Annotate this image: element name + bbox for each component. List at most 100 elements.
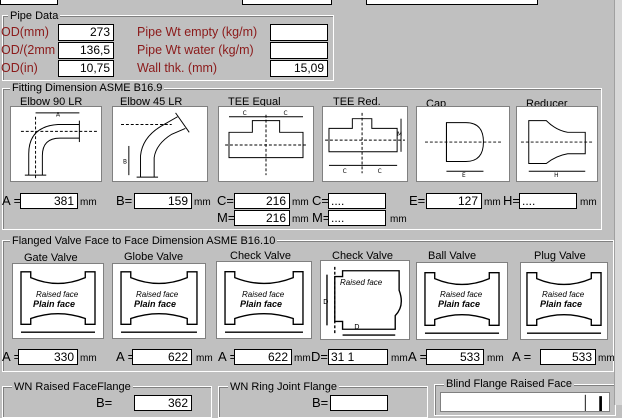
fit-b-unit: mm xyxy=(194,197,211,208)
wn-raised-b-field[interactable]: 362 xyxy=(134,395,192,411)
wt-empty-field[interactable] xyxy=(270,24,328,41)
vertical-scrollbar[interactable] xyxy=(614,0,622,405)
tee-equal-diagram[interactable]: C C xyxy=(218,106,314,182)
pipe-data-title: Pipe Data xyxy=(8,10,61,22)
tee-equal-icon: C C xyxy=(225,111,307,176)
wn-ring-b-label: B= xyxy=(312,395,329,410)
fit-e-unit: mm xyxy=(484,197,501,208)
plug-valve-title: Plug Valve xyxy=(534,250,586,262)
wt-water-label: Pipe Wt water (kg/m) xyxy=(137,43,254,57)
check-valve-side-icon: D D xyxy=(323,266,402,336)
cap-diagram[interactable]: E xyxy=(416,106,510,182)
fit-b-label: B= xyxy=(116,193,133,208)
fit-c-unit: mm xyxy=(292,197,309,208)
cap-icon: E xyxy=(425,122,503,179)
fit-h-label: H= xyxy=(503,193,520,208)
svg-text:C: C xyxy=(378,169,382,175)
check2-d-label: D= xyxy=(311,349,328,364)
od-in-field[interactable]: 10,75 xyxy=(58,60,114,77)
tab-edge[interactable] xyxy=(242,0,332,5)
plug-unit: mm xyxy=(598,353,615,364)
svg-text:E: E xyxy=(462,173,466,179)
check2-face: Raised face xyxy=(340,278,383,287)
ball-valve-title: Ball Valve xyxy=(428,250,477,262)
ball-a-label: A = xyxy=(408,349,428,364)
fit-e-field[interactable]: 127 xyxy=(426,193,482,209)
tab-edge[interactable] xyxy=(0,0,58,5)
wt-empty-label: Pipe Wt empty (kg/m) xyxy=(137,25,258,39)
ball-face-line1: Raised face xyxy=(440,290,483,299)
check-face-line1: Raised face xyxy=(242,290,285,299)
wt-water-field[interactable] xyxy=(270,42,328,59)
check-a-field[interactable]: 622 xyxy=(234,349,292,365)
valve-title: Flanged Valve Face to Face Dimension ASM… xyxy=(10,235,278,247)
ball-a-field[interactable]: 533 xyxy=(426,349,484,365)
check-unit: mm xyxy=(294,353,311,364)
fit-b-field[interactable]: 159 xyxy=(134,193,192,209)
gate-unit: mm xyxy=(80,353,97,364)
od2-label: OD/(2mm xyxy=(1,43,56,57)
wn-ring-title: WN Ring Joint Flange xyxy=(228,381,339,393)
check-face-line2: Plain face xyxy=(240,299,283,309)
check-valve-side-diagram[interactable]: D D xyxy=(320,260,410,340)
fit-m-field[interactable]: 216 xyxy=(234,210,290,226)
fit-c2-field[interactable]: .... xyxy=(328,193,386,209)
fit-c2-unit: mm xyxy=(390,214,407,225)
tee-reducing-diagram[interactable]: C C M xyxy=(322,106,408,182)
blind-flange-icon xyxy=(584,394,602,411)
wn-raised-b-label: B= xyxy=(96,395,113,410)
globe-a-field[interactable]: 622 xyxy=(132,349,192,365)
od-mm-field[interactable]: 273 xyxy=(58,24,114,41)
check2-d-field[interactable]: 31 1 xyxy=(328,349,388,365)
svg-text:C: C xyxy=(343,169,347,175)
svg-text:D: D xyxy=(354,323,359,331)
tab-edge[interactable] xyxy=(366,0,538,5)
od2-field[interactable]: 136,5 xyxy=(58,42,114,59)
elbow-45-diagram[interactable]: B xyxy=(112,106,208,182)
elbow-90-icon: A xyxy=(20,112,97,180)
plug-face-line2: Plain face xyxy=(540,299,583,309)
fit-h-unit: mm xyxy=(580,197,597,208)
plug-a-field[interactable]: 533 xyxy=(540,349,596,365)
fit-a-label: A = xyxy=(2,193,22,208)
elbow-90-diagram[interactable]: A xyxy=(10,106,102,182)
wn-ring-b-field[interactable] xyxy=(330,395,388,411)
svg-text:C: C xyxy=(243,111,247,117)
fit-a-field[interactable]: 381 xyxy=(20,193,78,209)
fit-a-unit: mm xyxy=(80,197,97,208)
gate-face-line1: Raised face xyxy=(36,290,79,299)
svg-text:H: H xyxy=(554,173,558,179)
blind-title: Blind Flange Raised Face xyxy=(444,378,574,390)
svg-text:C: C xyxy=(284,111,288,117)
gate-a-field[interactable]: 330 xyxy=(18,349,78,365)
fit-c-field[interactable]: 216 xyxy=(234,193,290,209)
ball-face-line2: Plain face xyxy=(438,299,481,309)
gate-face-line2: Plain face xyxy=(33,299,76,309)
tee-reducing-icon: C C M xyxy=(325,112,405,175)
reducer-diagram[interactable]: H xyxy=(516,106,598,182)
globe-valve-title: Globe Valve xyxy=(124,251,184,263)
globe-unit: mm xyxy=(196,353,213,364)
fit-m2-field[interactable]: .... xyxy=(328,210,386,226)
fit-c2-label: C= xyxy=(312,193,329,208)
ball-unit: mm xyxy=(487,353,504,364)
fitting-title: Fitting Dimension ASME B16.9 xyxy=(10,82,165,94)
svg-text:A: A xyxy=(56,113,60,119)
elbow-45-icon: B xyxy=(121,112,190,178)
fit-m-unit: mm xyxy=(292,214,309,225)
fit-h-field[interactable]: .... xyxy=(519,193,577,209)
fit-c-label: C= xyxy=(217,193,234,208)
svg-text:B: B xyxy=(123,159,127,165)
fit-e-label: E= xyxy=(409,193,426,208)
plug-face-line1: Raised face xyxy=(542,290,585,299)
globe-face-line1: Raised face xyxy=(136,290,179,299)
wall-thk-label: Wall thk. (mm) xyxy=(137,61,218,75)
fit-m-label: M= xyxy=(217,210,236,225)
reducer-icon: H xyxy=(520,120,594,179)
svg-text:M: M xyxy=(397,132,402,138)
svg-text:D: D xyxy=(323,298,328,306)
plug-a-label: A = xyxy=(512,349,532,364)
wall-thk-field[interactable]: 15,09 xyxy=(270,60,328,77)
check2-unit: mm xyxy=(391,353,408,364)
blind-flange-diagram[interactable] xyxy=(440,392,610,412)
